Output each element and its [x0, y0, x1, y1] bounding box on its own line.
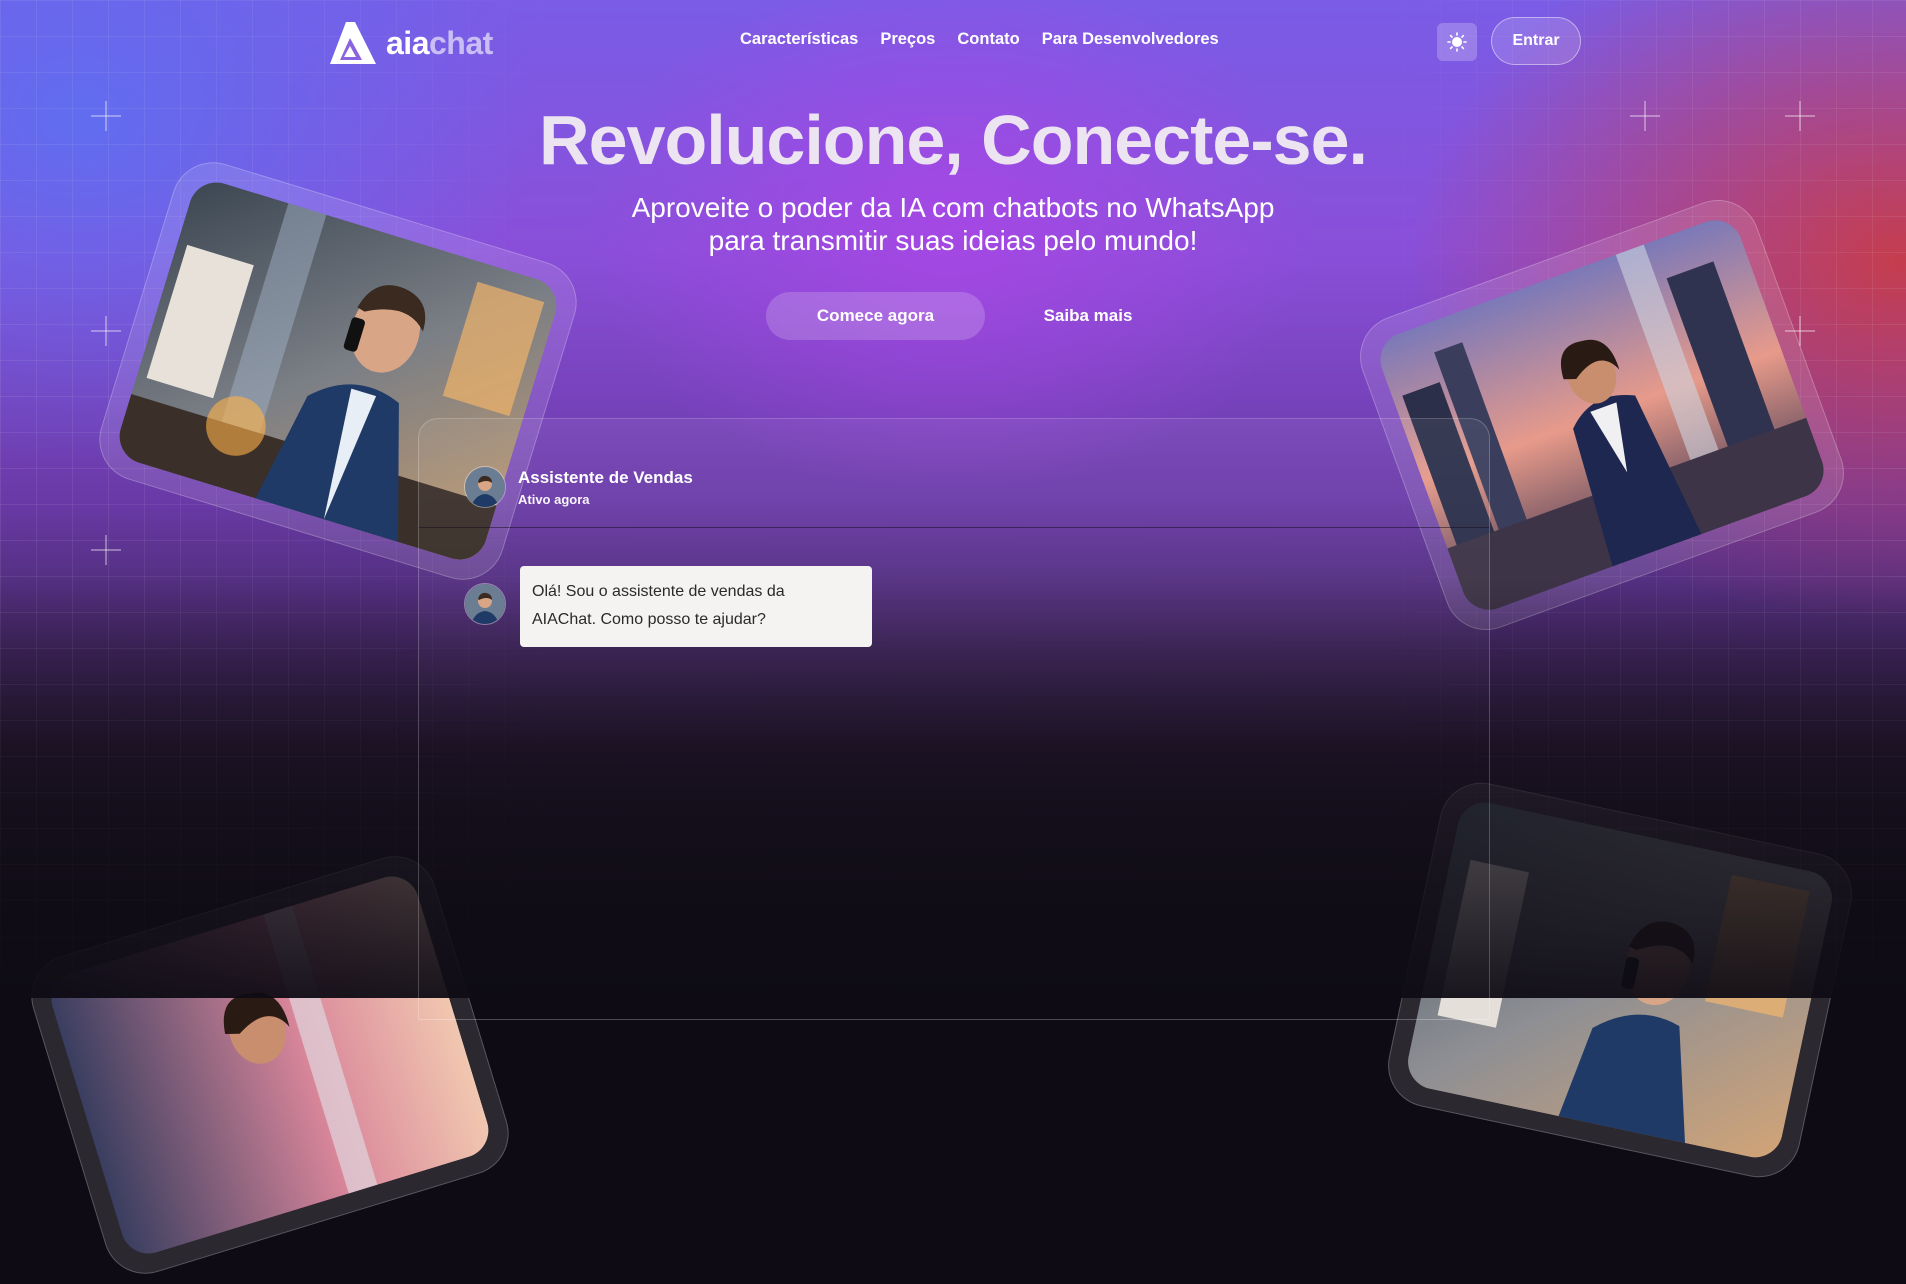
grid-plus-mark	[91, 535, 121, 565]
main-nav: Características Preços Contato Para Dese…	[740, 30, 1219, 49]
brand-logo[interactable]: aiachat	[328, 20, 493, 66]
chat-header: Assistente de Vendas Ativo agora	[464, 466, 693, 508]
agent-status: Ativo agora	[518, 491, 590, 507]
chat-divider	[419, 527, 1489, 528]
message-bubble: Olá! Sou o assistente de vendas da AIACh…	[520, 566, 872, 647]
theme-toggle-button[interactable]	[1437, 23, 1477, 61]
learn-more-link[interactable]: Saiba mais	[1020, 292, 1156, 340]
message-text-line: AIAChat. Como posso te ajudar?	[532, 611, 766, 628]
hero-subtitle-line: para transmitir suas ideias pelo mundo!	[708, 225, 1198, 256]
get-started-button[interactable]: Comece agora	[766, 292, 985, 340]
chat-message: Olá! Sou o assistente de vendas da AIACh…	[464, 566, 872, 647]
agent-name: Assistente de Vendas	[518, 467, 693, 487]
hero-subtitle: Aproveite o poder da IA com chatbots no …	[0, 191, 1906, 257]
message-text-line: Olá! Sou o assistente de vendas da	[532, 583, 785, 600]
nav-link-pricing[interactable]: Preços	[880, 30, 935, 49]
chat-preview-window: Assistente de Vendas Ativo agora Olá! So…	[418, 418, 1490, 1020]
brand-name: aiachat	[386, 24, 493, 61]
logo-triangle-icon	[330, 22, 376, 64]
nav-link-contact[interactable]: Contato	[957, 30, 1019, 49]
site-header: aiachat Características Preços Contato P…	[0, 0, 1906, 84]
grid-plus-mark	[91, 316, 121, 346]
sun-icon	[1447, 32, 1467, 52]
hero-subtitle-line: Aproveite o poder da IA com chatbots no …	[631, 192, 1275, 223]
hero-title: Revolucione, Conecte-se.	[539, 101, 1368, 179]
login-button[interactable]: Entrar	[1491, 17, 1581, 65]
nav-link-developers[interactable]: Para Desenvolvedores	[1042, 30, 1219, 49]
nav-link-features[interactable]: Características	[740, 30, 858, 49]
agent-avatar	[464, 583, 506, 625]
agent-avatar	[464, 466, 506, 508]
